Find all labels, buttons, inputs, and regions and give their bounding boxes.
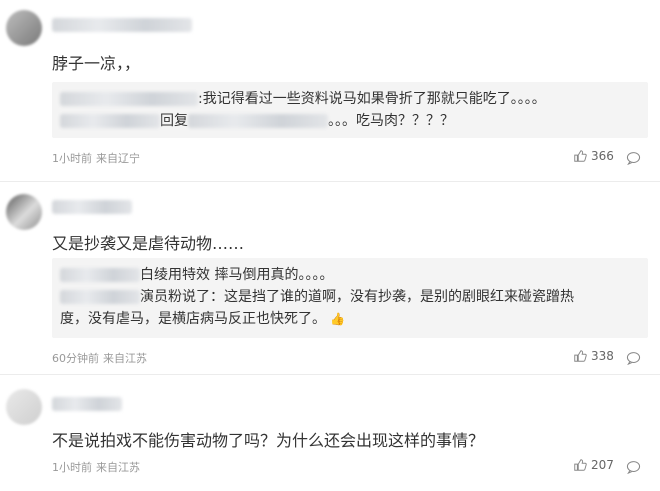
avatar[interactable] [6, 389, 42, 425]
comment-location: 来自辽宁 [96, 152, 140, 165]
quote-line: 白绫用特效 摔马倒用真的。。。。 [60, 264, 640, 286]
comment-location: 来自江苏 [103, 352, 147, 365]
comment-location: 来自江苏 [96, 461, 140, 474]
comment-meta: 1小时前 来自江苏 [52, 459, 140, 475]
comment-bubble-icon [626, 352, 641, 366]
quote-text: 度，没有虐马，是横店病马反正也快死了。 [60, 311, 326, 327]
avatar[interactable] [6, 10, 42, 46]
thumbs-up-icon [574, 350, 587, 362]
like-count: 338 [591, 349, 614, 363]
quote-text: :我记得看过一些资料说马如果骨折了那就只能吃了。。。。 [198, 91, 546, 107]
username-redacted[interactable] [52, 200, 132, 214]
comment-bubble-icon [626, 152, 641, 166]
reply-quote-box: :我记得看过一些资料说马如果骨折了那就只能吃了。。。。 回复 。。。吃马肉？？？？ [52, 82, 648, 138]
avatar[interactable] [6, 194, 42, 230]
reply-button[interactable] [626, 459, 641, 478]
comment-meta: 60分钟前 来自江苏 [52, 350, 147, 366]
quote-line: 演员粉说了：这是挡了谁的道啊，没有抄袭，是别的剧眼红来碰瓷蹭热 [60, 286, 640, 308]
username-redacted[interactable] [60, 92, 198, 106]
quote-text: 演员粉说了：这是挡了谁的道啊，没有抄袭，是别的剧眼红来碰瓷蹭热 [140, 289, 574, 305]
like-count: 207 [591, 458, 614, 472]
thumbs-up-emoji-icon: 👍 [330, 312, 345, 326]
quote-text: 。。。吃马肉？？？？ [328, 113, 454, 129]
username-redacted[interactable] [60, 268, 140, 282]
comment-item: 又是抄袭又是虐待动物…… 白绫用特效 摔马倒用真的。。。。 演员粉说了：这是挡了… [0, 181, 660, 375]
like-button[interactable]: 366 [573, 149, 614, 163]
username-redacted[interactable] [60, 114, 160, 128]
like-count: 366 [591, 149, 614, 163]
thumbs-up-icon [574, 459, 587, 471]
quote-line: 回复 。。。吃马肉？？？？ [60, 110, 640, 132]
username-redacted[interactable] [52, 397, 122, 411]
comment-time: 60分钟前 [52, 352, 99, 365]
comment-bubble-icon [626, 461, 641, 475]
comment-time: 1小时前 [52, 461, 92, 474]
reply-button[interactable] [626, 150, 641, 169]
username-redacted[interactable] [60, 290, 140, 304]
quote-line: :我记得看过一些资料说马如果骨折了那就只能吃了。。。。 [60, 88, 640, 110]
comment-text: 脖子一凉，， [52, 54, 141, 73]
thumbs-up-icon [574, 150, 587, 162]
comment-text: 又是抄袭又是虐待动物…… [52, 234, 245, 253]
username-redacted[interactable] [188, 114, 328, 128]
reply-prefix: 回复 [160, 113, 188, 129]
quote-line: 度，没有虐马，是横店病马反正也快死了。 👍 [60, 308, 640, 330]
comment-text: 不是说拍戏不能伤害动物了吗？为什么还会出现这样的事情？ [52, 431, 485, 450]
comment-meta: 1小时前 来自辽宁 [52, 150, 140, 166]
comment-item: 脖子一凉，， :我记得看过一些资料说马如果骨折了那就只能吃了。。。。 回复 。。。… [0, 0, 660, 181]
reply-button[interactable] [626, 350, 641, 369]
username-redacted[interactable] [52, 18, 192, 32]
comment-time: 1小时前 [52, 152, 92, 165]
like-button[interactable]: 207 [573, 458, 614, 472]
quote-text: 白绫用特效 摔马倒用真的。。。。 [140, 267, 334, 283]
like-button[interactable]: 338 [573, 349, 614, 363]
reply-quote-box: 白绫用特效 摔马倒用真的。。。。 演员粉说了：这是挡了谁的道啊，没有抄袭，是别的… [52, 258, 648, 338]
comment-item: 不是说拍戏不能伤害动物了吗？为什么还会出现这样的事情？ 1小时前 来自江苏 207 [0, 374, 660, 491]
